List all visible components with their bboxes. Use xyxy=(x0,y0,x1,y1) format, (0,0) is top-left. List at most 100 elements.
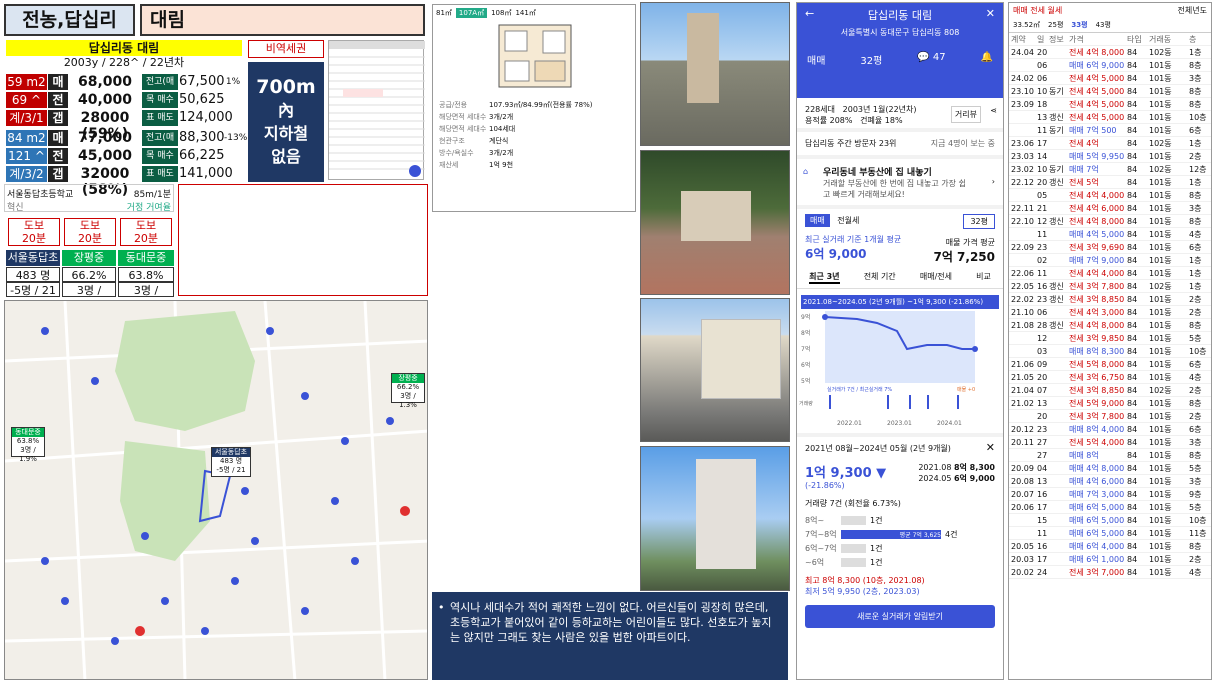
table-row[interactable]: 22.09 23 전세 3억 9,690 84 101동 6층 xyxy=(1009,241,1211,254)
table-row[interactable]: 24.02 06 전세 4억 5,000 84 101동 3층 xyxy=(1009,72,1211,85)
map-label-jangpyeong[interactable]: 장평중 66.2% 3명 / 1.3% xyxy=(391,373,425,409)
share-icon[interactable]: ⋖ xyxy=(990,106,997,115)
table-row[interactable]: 06 매매 6억 9,000 84 101동 8층 xyxy=(1009,59,1211,72)
back-icon[interactable]: ← xyxy=(805,7,814,23)
table-row[interactable]: 22.06 11 전세 4억 4,000 84 101동 1층 xyxy=(1009,267,1211,280)
table-cell: 16 xyxy=(1037,282,1048,291)
table-row[interactable]: 20.08 13 매매 4억 6,000 84 101동 3층 xyxy=(1009,475,1211,488)
table-row[interactable]: 20.06 17 매매 6억 5,000 84 101동 5층 xyxy=(1009,501,1211,514)
table-row[interactable]: 23.10 10 동기 전세 4억 5,000 84 101동 8층 xyxy=(1009,85,1211,98)
table-row[interactable]: 20.12 23 매매 8억 4,000 84 101동 6층 xyxy=(1009,423,1211,436)
table-cell: 11 xyxy=(1037,126,1048,135)
toggle-sale[interactable]: 매매 xyxy=(805,214,830,227)
tab-81[interactable]: 81㎡ xyxy=(436,8,452,18)
tab-108[interactable]: 108㎡ xyxy=(491,8,511,18)
map-label-dongdaemun[interactable]: 동대문중 63.8% 3명 / 1.9% xyxy=(11,427,45,463)
table-row[interactable]: 03 매매 8억 8,300 84 101동 10층 xyxy=(1009,345,1211,358)
table-cell: 101동 xyxy=(1149,412,1172,421)
table-row[interactable]: 21.05 20 전세 3억 6,750 84 101동 4층 xyxy=(1009,371,1211,384)
table-row[interactable]: 20 전세 3억 7,800 84 101동 2층 xyxy=(1009,410,1211,423)
table-row[interactable]: 22.05 16 갱신 전세 3억 7,800 84 102동 1층 xyxy=(1009,280,1211,293)
table-cell: 84 xyxy=(1127,386,1138,395)
table-row[interactable]: 11 매매 6억 5,000 84 101동 11층 xyxy=(1009,527,1211,540)
table-row[interactable]: 20.09 04 매매 4억 8,000 84 101동 5층 xyxy=(1009,462,1211,475)
table-row[interactable]: 13 갱신 전세 4억 5,000 84 101동 10층 xyxy=(1009,111,1211,124)
map-label-name: 서울동답초 xyxy=(212,448,250,457)
table-cell: 4층 xyxy=(1189,568,1202,577)
map-view[interactable]: 장평중 66.2% 3명 / 1.3% 동대문중 63.8% 3명 / 1.9%… xyxy=(4,300,428,680)
size-chip[interactable]: 33.52㎡ xyxy=(1013,20,1040,30)
price-chart[interactable]: 9억 8억 7억 6억 5억 2022.01 2023.01 2024.01 실… xyxy=(797,309,997,429)
table-row[interactable]: 20.02 24 전세 3억 7,000 84 101동 4층 xyxy=(1009,566,1211,579)
school-card[interactable]: 서울동답초등학교 85m/1분 혁신 거정 거여율 xyxy=(4,184,174,213)
table-cell: 매매 4억 6,000 xyxy=(1069,477,1125,486)
table-cell: 101동 xyxy=(1149,230,1172,239)
period-tab[interactable]: 최근 3년 xyxy=(809,271,840,284)
table-row[interactable]: 20.03 17 매매 6억 1,000 84 101동 2층 xyxy=(1009,553,1211,566)
detail-value: 104세대 xyxy=(489,125,516,133)
toggle-rent[interactable]: 전월세 xyxy=(832,214,864,227)
period-tab[interactable]: 매매/전세 xyxy=(920,271,952,284)
table-row[interactable]: 22.02 23 갱신 전세 3억 8,850 84 101동 2층 xyxy=(1009,293,1211,306)
table-row[interactable]: 02 매매 7억 9,000 84 101동 1층 xyxy=(1009,254,1211,267)
metric-value: 50,625 xyxy=(179,92,225,107)
year-filter[interactable]: 전체년도 xyxy=(1178,5,1207,16)
map-label-dongdapcho[interactable]: 서울동답초 483 명 -5명 / 21 xyxy=(211,447,251,477)
table-cell: 갱신 xyxy=(1049,295,1064,304)
close-icon[interactable]: ✕ xyxy=(986,7,995,23)
table-row[interactable]: 22.10 12 갱신 전세 4억 8,000 84 101동 8층 xyxy=(1009,215,1211,228)
period-tab[interactable]: 비교 xyxy=(976,271,991,284)
deal-type-tabs[interactable]: 매매 전세 월세 xyxy=(1013,5,1062,16)
visitors-link[interactable]: 지금 4명이 보는 중 xyxy=(931,138,995,149)
table-row[interactable]: 20.11 27 전세 5억 4,000 84 101동 3층 xyxy=(1009,436,1211,449)
sale-dropdown[interactable]: 매매 xyxy=(807,52,825,67)
detail-value: 3개/2개 xyxy=(489,149,514,157)
table-row[interactable]: 23.06 17 전세 4억 84 102동 1층 xyxy=(1009,137,1211,150)
chat-button[interactable]: 💬 47 xyxy=(917,52,945,67)
bell-icon[interactable]: 🔔 xyxy=(981,52,993,67)
table-row[interactable]: 11 매매 4억 5,000 84 101동 4층 xyxy=(1009,228,1211,241)
table-row[interactable]: 24.04 20 전세 4억 8,000 84 102동 1층 xyxy=(1009,46,1211,59)
size-select[interactable]: 32평 xyxy=(963,214,995,229)
table-row[interactable]: 20.05 16 매매 6억 4,000 84 101동 8층 xyxy=(1009,540,1211,553)
table-cell: 101동 xyxy=(1149,529,1172,538)
table-cell: 매매 7억 500 xyxy=(1069,126,1117,135)
tab-141[interactable]: 141㎡ xyxy=(515,8,535,18)
table-row[interactable]: 12 전세 3억 9,850 84 101동 5층 xyxy=(1009,332,1211,345)
table-cell: 전세 3억 8,850 xyxy=(1069,295,1125,304)
table-row[interactable]: 21.08 28 갱신 전세 4억 8,000 84 101동 8층 xyxy=(1009,319,1211,332)
table-row[interactable]: 21.10 06 전세 4억 3,000 84 101동 2층 xyxy=(1009,306,1211,319)
close-icon[interactable]: ✕ xyxy=(986,441,995,454)
table-row[interactable]: 21.02 13 전세 5억 9,000 84 101동 8층 xyxy=(1009,397,1211,410)
table-row[interactable]: 22.12 20 갱신 전세 5억 84 101동 1층 xyxy=(1009,176,1211,189)
table-cell: 21.05 xyxy=(1011,373,1034,382)
alert-button[interactable]: 새로운 실거래가 알림받기 xyxy=(805,605,995,628)
promo-banner[interactable]: 우리동네 부동산에 집 내놓기 거래할 부동산에 한 번에 집 내놓고 가장 쉽… xyxy=(797,159,1003,209)
table-row[interactable]: 23.03 14 매매 5억 9,950 84 101동 2층 xyxy=(1009,150,1211,163)
street-view-button[interactable]: 거리뷰 xyxy=(950,106,981,123)
table-row[interactable]: 23.09 18 전세 4억 5,000 84 101동 8층 xyxy=(1009,98,1211,111)
table-row[interactable]: 15 매매 6억 5,000 84 101동 10층 xyxy=(1009,514,1211,527)
size-chip[interactable]: 33평 xyxy=(1071,20,1087,30)
table-cell: 101동 xyxy=(1149,295,1172,304)
table-row[interactable]: 22.11 21 전세 4억 6,000 84 101동 3층 xyxy=(1009,202,1211,215)
price-row: 69 ^ 전 40,000 목 매수 50,625 xyxy=(6,92,242,108)
size-chip[interactable]: 43평 xyxy=(1096,20,1111,30)
tab-107a[interactable]: 107A㎡ xyxy=(455,8,488,18)
table-row[interactable]: 11 동기 매매 7억 500 84 101동 6층 xyxy=(1009,124,1211,137)
map-canvas[interactable] xyxy=(5,301,428,680)
table-cell: 101동 xyxy=(1149,555,1172,564)
table-row[interactable]: 21.06 09 전세 5억 8,000 84 101동 6층 xyxy=(1009,358,1211,371)
table-row[interactable]: 05 전세 4억 4,000 84 101동 8층 xyxy=(1009,189,1211,202)
period-tab[interactable]: 전체 기간 xyxy=(864,271,896,284)
table-row[interactable]: 20.07 16 매매 7억 3,000 84 101동 9층 xyxy=(1009,488,1211,501)
metric-pct: -13% xyxy=(224,133,248,143)
size-dropdown[interactable]: 32평 xyxy=(860,52,882,67)
table-row[interactable]: 27 매매 8억 84 101동 8층 xyxy=(1009,449,1211,462)
table-cell: 101동 xyxy=(1149,126,1172,135)
chat-count: 47 xyxy=(932,52,946,63)
size-chip[interactable]: 25평 xyxy=(1048,20,1063,30)
table-row[interactable]: 23.02 10 동기 매매 7억 84 102동 12층 xyxy=(1009,163,1211,176)
table-row[interactable]: 21.04 07 전세 3억 8,850 84 102동 2층 xyxy=(1009,384,1211,397)
table-cell: 8층 xyxy=(1189,87,1202,96)
